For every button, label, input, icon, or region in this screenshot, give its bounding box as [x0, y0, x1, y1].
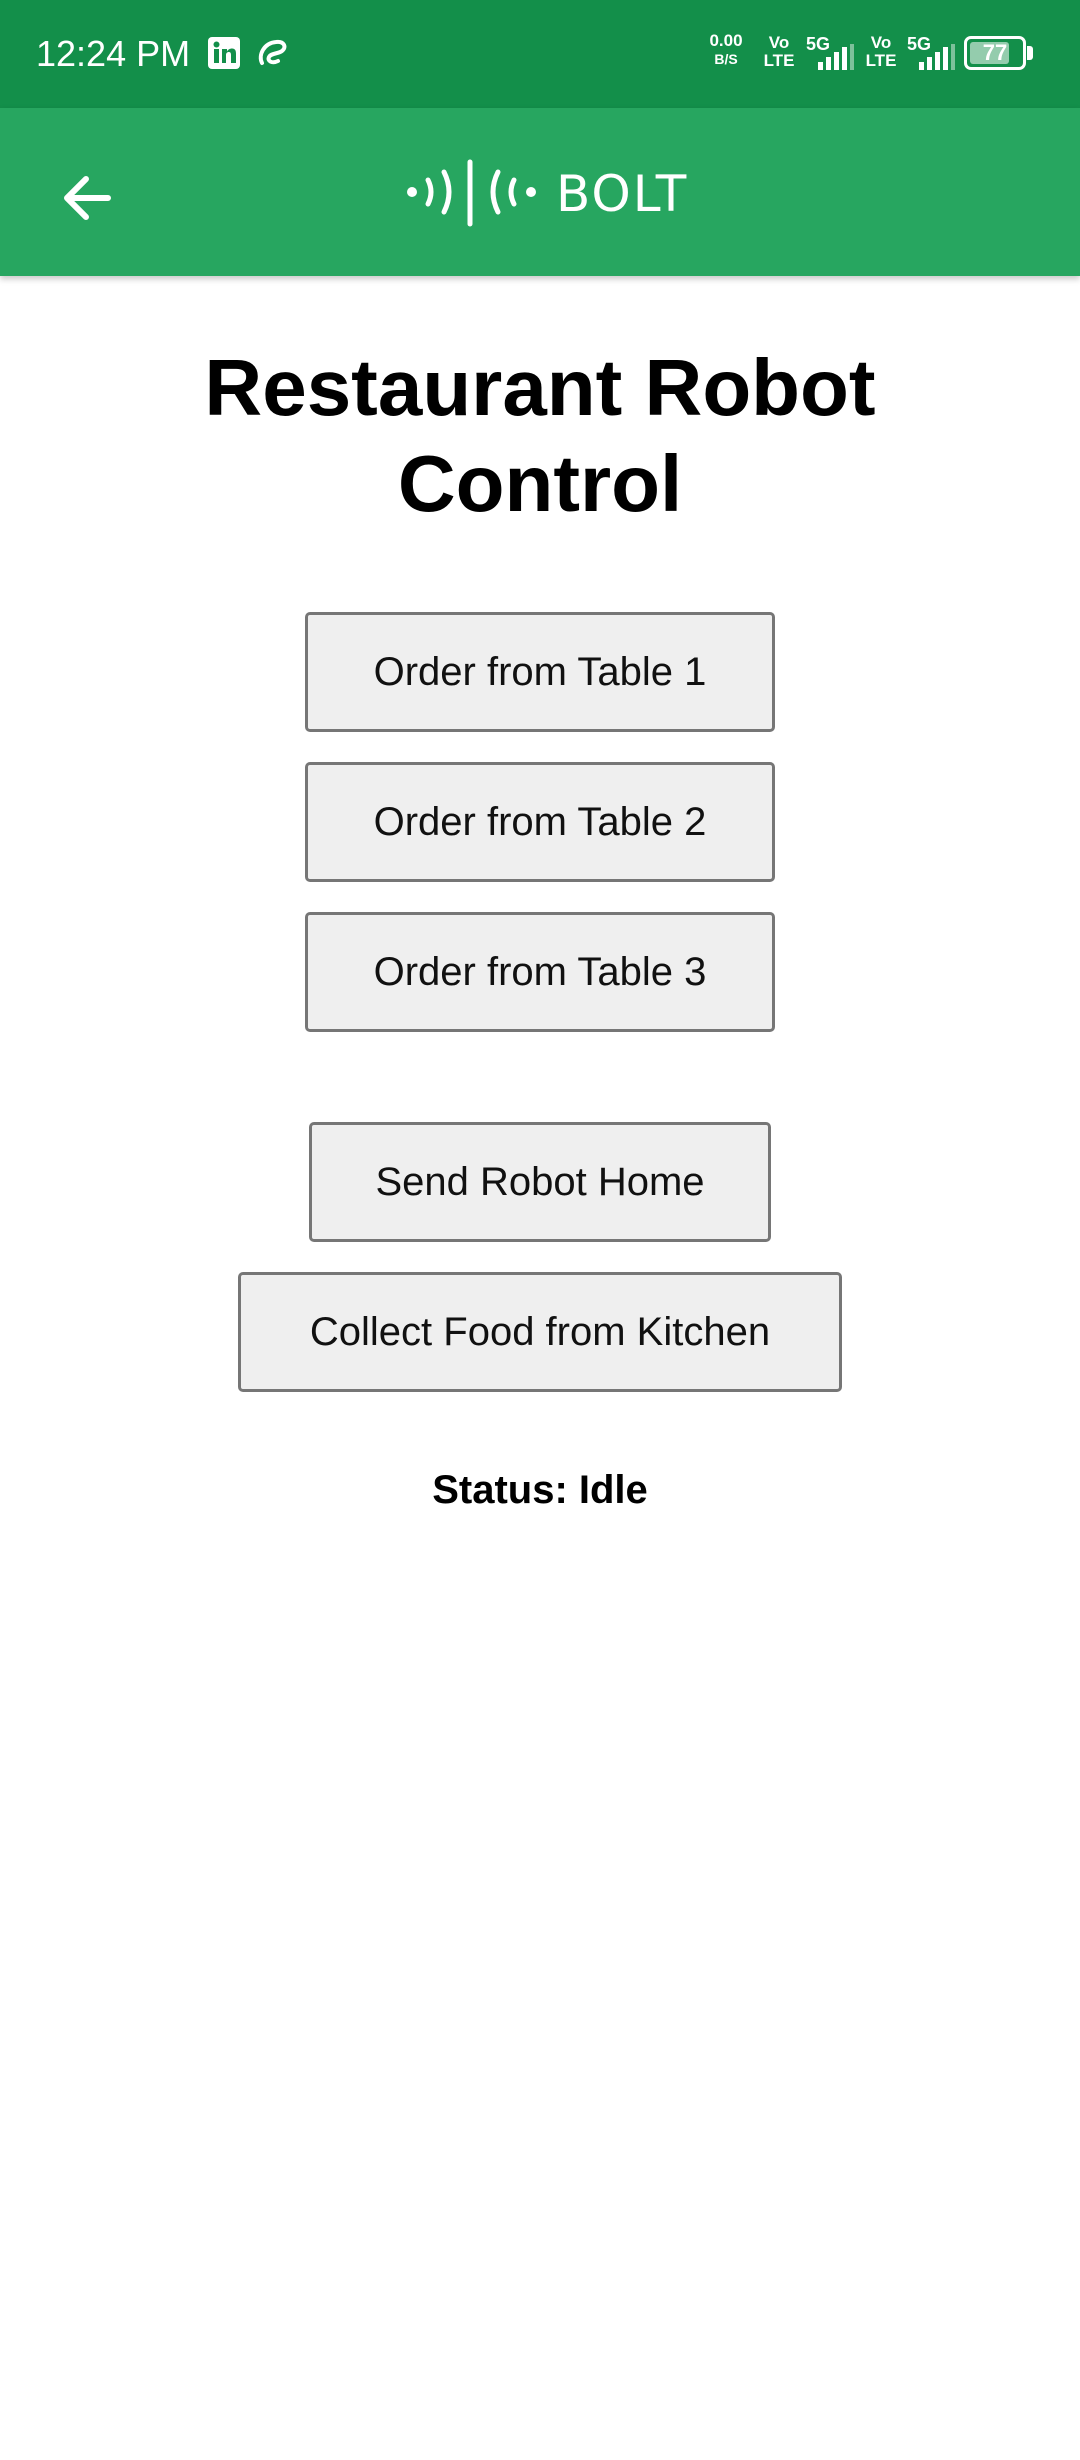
- status-bar: 12:24 PM 0.00 B/S Vo LTE 5G Vo LTE 5G 77: [0, 0, 1080, 108]
- order-table-3-button[interactable]: Order from Table 3: [305, 912, 775, 1032]
- volte-top-label: Vo: [870, 33, 892, 52]
- send-robot-home-button[interactable]: Send Robot Home: [309, 1122, 771, 1242]
- arrow-left-icon: [64, 176, 111, 220]
- order-table-2-button[interactable]: Order from Table 2: [305, 762, 775, 882]
- volte-bottom-label: LTE: [865, 51, 897, 70]
- volte-top-label: Vo: [768, 33, 790, 52]
- brand-name: BOLT: [556, 165, 689, 223]
- battery-level: 77: [982, 40, 1008, 65]
- back-button[interactable]: [50, 158, 130, 238]
- app-notification-icon: [258, 39, 287, 65]
- linkedin-icon: [208, 37, 240, 69]
- network-speed-value: 0.00: [709, 31, 743, 50]
- brand-logo: BOLT: [406, 158, 686, 228]
- battery-icon: 77: [964, 36, 1026, 70]
- volte-bottom-label: LTE: [763, 51, 795, 70]
- signal-icon: [818, 44, 854, 70]
- volte-indicator-sim1: Vo LTE: [760, 34, 798, 70]
- app-bar: BOLT: [0, 108, 1080, 276]
- collect-food-button[interactable]: Collect Food from Kitchen: [238, 1272, 842, 1392]
- page-title: Restaurant Robot Control: [204, 343, 876, 528]
- order-table-1-button[interactable]: Order from Table 1: [305, 612, 775, 732]
- robot-status: Status: Idle: [432, 1468, 648, 1512]
- signal-icon: [919, 44, 955, 70]
- sound-wave-logo-icon: [407, 159, 536, 227]
- network-speed: 0.00 B/S: [704, 32, 748, 68]
- volte-indicator-sim2: Vo LTE: [862, 34, 900, 70]
- network-speed-unit: B/S: [714, 51, 738, 67]
- battery-nub: [1027, 46, 1033, 60]
- status-time: 12:24 PM: [36, 33, 191, 74]
